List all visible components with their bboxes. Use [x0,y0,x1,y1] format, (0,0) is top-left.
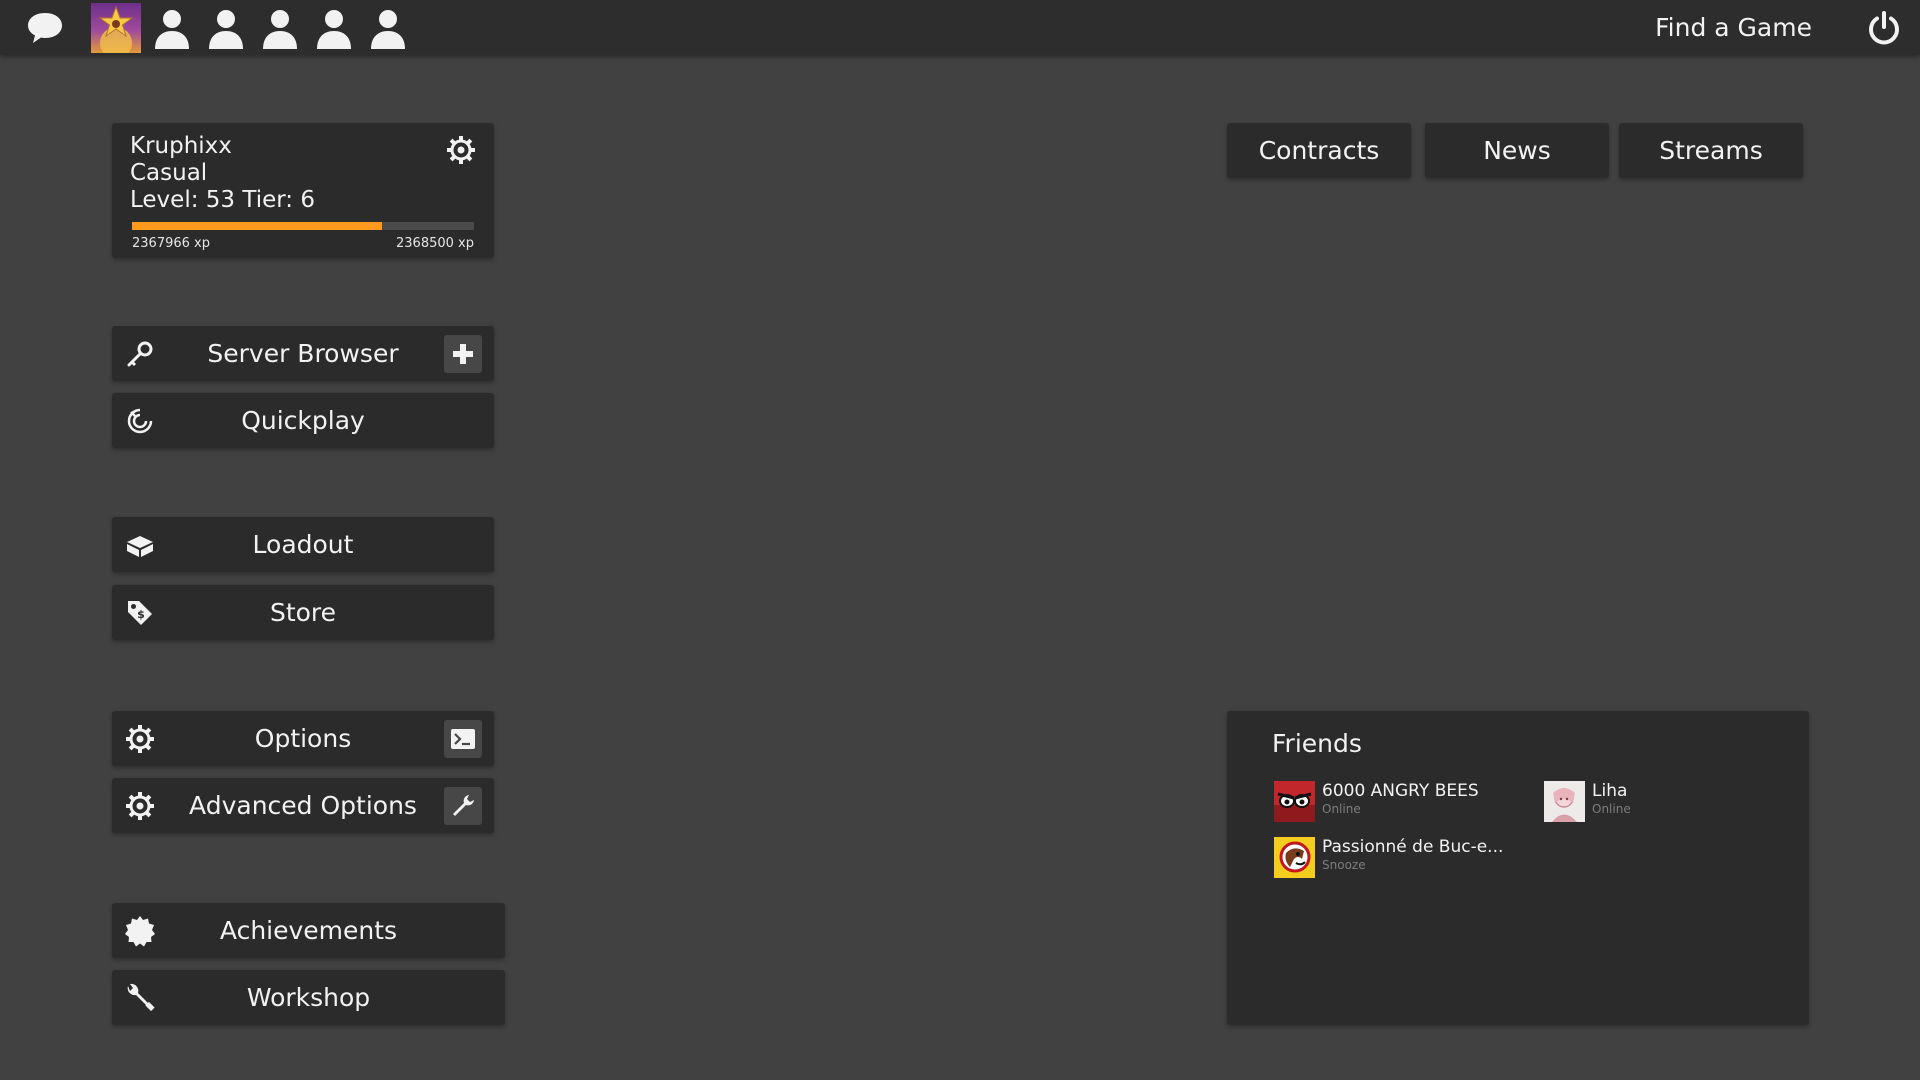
friend-avatar [1274,837,1315,878]
quickplay-label: Quickplay [241,406,365,435]
options-label: Options [254,724,352,753]
party-slot-person-icon[interactable] [366,7,410,51]
streams-button[interactable]: Streams [1619,123,1803,178]
player-avatar[interactable] [91,3,141,53]
workshop-label: Workshop [246,983,371,1012]
console-terminal-icon[interactable] [444,720,482,758]
friend-name: 6000 ANGRY BEES [1322,781,1479,801]
store-button[interactable]: $ Store [112,585,494,640]
advanced-options-button[interactable]: Advanced Options [112,778,494,833]
xp-progress-fill [132,222,382,230]
server-browser-label: Server Browser [207,339,399,368]
loadout-button[interactable]: Loadout [112,517,494,572]
friend-status: Snooze [1322,858,1366,872]
party-slot-person-icon[interactable] [312,7,356,51]
loadout-label: Loadout [252,530,354,559]
news-button[interactable]: News [1425,123,1609,178]
contracts-button[interactable]: Contracts [1227,123,1411,178]
friend-avatar [1544,781,1585,822]
friends-panel: Friends 6000 ANGRY BEES Online Liha Onli… [1227,711,1809,1025]
friend-status: Online [1322,802,1361,816]
power-icon[interactable] [1862,6,1906,50]
friend-name: Liha [1592,781,1628,801]
server-browser-button[interactable]: Server Browser [112,326,494,381]
friend-status: Online [1592,802,1631,816]
achievements-button[interactable]: Achievements [112,903,505,958]
party-slot-person-icon[interactable] [204,7,248,51]
chat-bubble-icon[interactable] [22,8,68,48]
xp-progress-bar [132,222,474,230]
game-mode: Casual [130,160,208,186]
level-tier: Level: 53 Tier: 6 [130,187,315,213]
create-server-plus-icon[interactable] [444,335,482,373]
achievements-label: Achievements [219,916,398,945]
profile-panel: Kruphixx Casual Level: 53 Tier: 6 236796… [112,123,494,258]
find-a-game-button[interactable]: Find a Game [1655,8,1812,48]
store-label: Store [269,598,337,627]
party-slot-person-icon[interactable] [258,7,302,51]
friend-item[interactable]: Liha Online [1544,781,1804,825]
friend-item[interactable]: Passionné de Buc-e... Snooze [1274,837,1534,881]
top-bar: Find a Game [0,0,1920,55]
party-slot-person-icon[interactable] [150,7,194,51]
friend-avatar [1274,781,1315,822]
wrench-icon[interactable] [444,787,482,825]
xp-current: 2367966 xp [132,236,210,251]
friend-name: Passionné de Buc-e... [1322,837,1504,857]
friends-title: Friends [1272,729,1362,758]
xp-target: 2368500 xp [396,236,474,251]
options-button[interactable]: Options [112,711,494,766]
advanced-options-label: Advanced Options [189,791,417,820]
workshop-button[interactable]: Workshop [112,970,505,1025]
quickplay-button[interactable]: Quickplay [112,393,494,448]
profile-settings-gear-icon[interactable] [446,135,476,165]
player-name: Kruphixx [130,133,232,159]
friend-item[interactable]: 6000 ANGRY BEES Online [1274,781,1534,825]
